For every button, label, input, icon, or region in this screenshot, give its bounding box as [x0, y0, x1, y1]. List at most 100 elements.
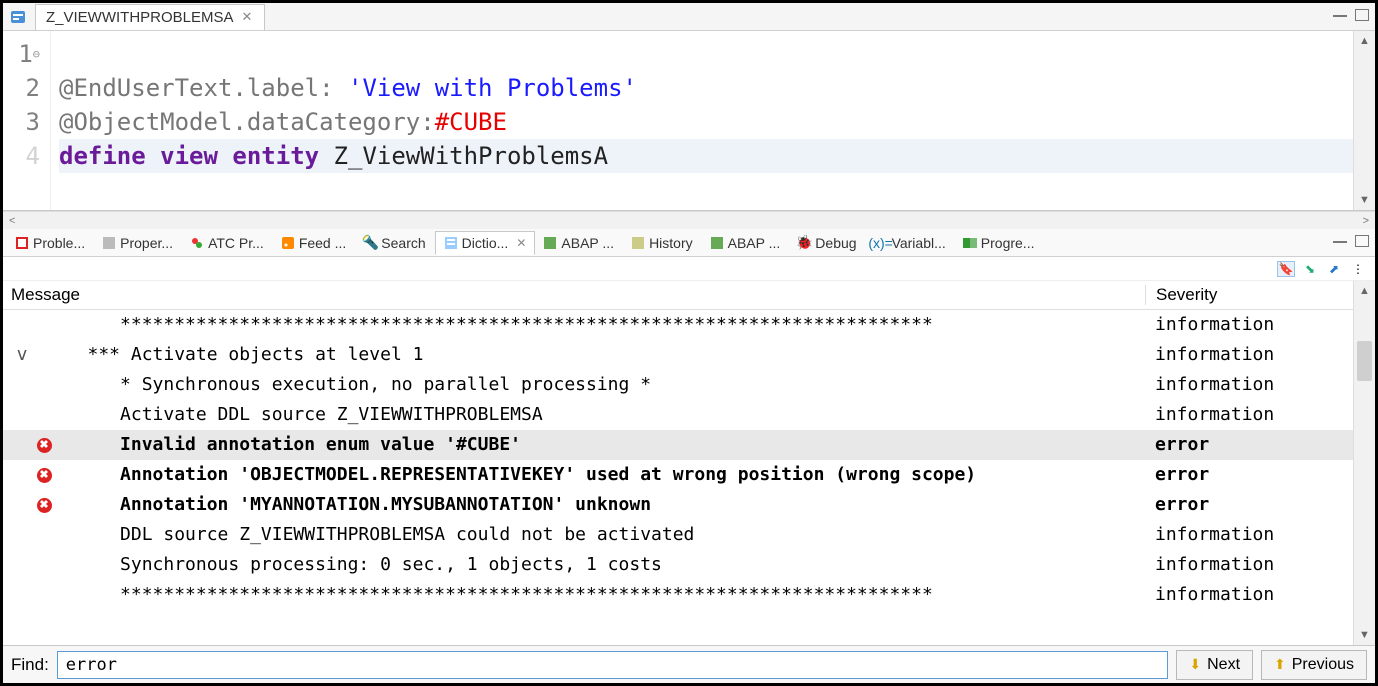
- filter-icon[interactable]: 🔖: [1277, 261, 1295, 277]
- message-row[interactable]: Activate DDL source Z_VIEWWITHPROBLEMSAi…: [3, 400, 1375, 430]
- expand-icon[interactable]: v: [11, 340, 33, 370]
- tab-problems[interactable]: Proble...: [7, 232, 94, 254]
- message-text: * Synchronous execution, no parallel pro…: [55, 370, 1145, 400]
- message-text: ****************************************…: [55, 580, 1145, 610]
- message-severity: information: [1145, 340, 1375, 370]
- messages-header: Message Severity: [3, 281, 1375, 310]
- tab-label: ATC Pr...: [208, 235, 264, 251]
- line-number: 4: [26, 142, 40, 170]
- editor-tabbar: Z_VIEWWITHPROBLEMSA ✕: [3, 3, 1375, 31]
- editor-scrollbar-horizontal[interactable]: <>: [3, 211, 1375, 229]
- debug-icon: 🐞: [797, 236, 811, 250]
- message-row[interactable]: DDL source Z_VIEWWITHPROBLEMSA could not…: [3, 520, 1375, 550]
- close-icon[interactable]: ✕: [516, 236, 526, 250]
- message-row[interactable]: ****************************************…: [3, 310, 1375, 340]
- messages-scrollbar[interactable]: [1353, 281, 1375, 645]
- arrow-up-icon: ⬆: [1274, 656, 1286, 673]
- tab-label: Progre...: [981, 235, 1035, 251]
- message-row[interactable]: ✖ Invalid annotation enum value '#CUBE'e…: [3, 430, 1375, 460]
- message-text: Synchronous processing: 0 sec., 1 object…: [55, 550, 1145, 580]
- line-gutter: 1⊖ 2 3 4: [3, 31, 51, 210]
- tab-variables[interactable]: (x)=Variabl...: [866, 232, 955, 254]
- message-severity: information: [1145, 370, 1375, 400]
- menu-icon[interactable]: ⋮: [1349, 261, 1367, 277]
- blank-icon: [33, 310, 55, 340]
- message-text: Invalid annotation enum value '#CUBE': [55, 430, 1145, 460]
- message-severity: information: [1145, 310, 1375, 340]
- message-row[interactable]: ✖ Annotation 'MYANNOTATION.MYSUBANNOTATI…: [3, 490, 1375, 520]
- import-icon[interactable]: ⬊: [1301, 261, 1319, 277]
- abap-icon: [710, 236, 724, 250]
- blank-icon: [33, 340, 55, 370]
- blank-icon: [33, 370, 55, 400]
- tab-search[interactable]: 🔦Search: [355, 232, 434, 254]
- expand-icon: [11, 460, 33, 490]
- message-text: Annotation 'OBJECTMODEL.REPRESENTATIVEKE…: [55, 460, 1145, 490]
- blank-icon: [33, 580, 55, 610]
- feed-icon: [281, 236, 295, 250]
- minimize-button[interactable]: [1333, 9, 1347, 17]
- message-severity: information: [1145, 520, 1375, 550]
- expand-icon: [11, 430, 33, 460]
- tab-label: Search: [381, 235, 425, 251]
- maximize-button[interactable]: [1355, 9, 1369, 21]
- panel-toolbar: 🔖 ⬊ ⬈ ⋮: [3, 257, 1375, 281]
- tab-atc[interactable]: ATC Pr...: [182, 232, 273, 254]
- enum-value: #CUBE: [435, 108, 507, 136]
- message-text: Annotation 'MYANNOTATION.MYSUBANNOTATION…: [55, 490, 1145, 520]
- tab-progress[interactable]: Progre...: [955, 232, 1044, 254]
- dictionary-icon: [444, 236, 458, 250]
- column-message[interactable]: Message: [11, 285, 1145, 305]
- message-severity: information: [1145, 550, 1375, 580]
- column-severity[interactable]: Severity: [1145, 285, 1375, 305]
- tab-label: Variabl...: [892, 235, 946, 251]
- expand-icon: [11, 490, 33, 520]
- tab-label: Debug: [815, 235, 856, 251]
- editor-tab-active[interactable]: Z_VIEWWITHPROBLEMSA ✕: [35, 4, 265, 30]
- tab-label: History: [649, 235, 693, 251]
- find-input[interactable]: [57, 651, 1169, 679]
- tab-history[interactable]: History: [623, 232, 702, 254]
- message-row[interactable]: ✖ Annotation 'OBJECTMODEL.REPRESENTATIVE…: [3, 460, 1375, 490]
- abap-icon: [543, 236, 557, 250]
- data-definition-icon: [9, 8, 27, 26]
- code-area[interactable]: @EndUserText.label: 'View with Problems'…: [51, 31, 1375, 210]
- panel-minimize-button[interactable]: [1333, 235, 1347, 243]
- blank-icon: [33, 550, 55, 580]
- expand-icon: [11, 550, 33, 580]
- message-row[interactable]: ****************************************…: [3, 580, 1375, 610]
- find-previous-button[interactable]: ⬆Previous: [1261, 650, 1367, 680]
- arrow-down-icon: ⬇: [1189, 656, 1201, 673]
- message-row[interactable]: v *** Activate objects at level 1informa…: [3, 340, 1375, 370]
- message-severity: error: [1145, 430, 1375, 460]
- tab-feed[interactable]: Feed ...: [273, 232, 355, 254]
- tab-properties[interactable]: Proper...: [94, 232, 182, 254]
- find-label: Find:: [11, 655, 49, 675]
- messages-list[interactable]: ****************************************…: [3, 310, 1375, 645]
- find-bar: Find: ⬇Next ⬆Previous: [3, 645, 1375, 683]
- message-text: Activate DDL source Z_VIEWWITHPROBLEMSA: [55, 400, 1145, 430]
- find-next-button[interactable]: ⬇Next: [1176, 650, 1253, 680]
- message-row[interactable]: Synchronous processing: 0 sec., 1 object…: [3, 550, 1375, 580]
- tab-abap-1[interactable]: ABAP ...: [535, 232, 623, 254]
- error-icon: ✖: [33, 430, 55, 460]
- export-icon[interactable]: ⬈: [1325, 261, 1343, 277]
- panel-maximize-button[interactable]: [1355, 235, 1369, 247]
- expand-icon: [11, 520, 33, 550]
- tab-dictionary-log[interactable]: Dictio... ✕: [435, 231, 536, 255]
- expand-icon: [11, 400, 33, 430]
- tab-abap-2[interactable]: ABAP ...: [702, 232, 790, 254]
- editor-body: 1⊖ 2 3 4 @EndUserText.label: 'View with …: [3, 31, 1375, 211]
- message-severity: error: [1145, 490, 1375, 520]
- properties-icon: [102, 236, 116, 250]
- close-icon[interactable]: ✕: [242, 9, 253, 25]
- message-severity: error: [1145, 460, 1375, 490]
- tab-label: Dictio...: [462, 235, 509, 251]
- line-number: 1: [18, 40, 32, 68]
- message-row[interactable]: * Synchronous execution, no parallel pro…: [3, 370, 1375, 400]
- tab-debug[interactable]: 🐞 Debug: [789, 232, 865, 254]
- atc-icon: [190, 236, 204, 250]
- string-literal: 'View with Problems': [334, 74, 637, 102]
- bottom-tabbar: Proble... Proper... ATC Pr... Feed ... 🔦…: [3, 229, 1375, 257]
- editor-scrollbar-vertical[interactable]: [1353, 31, 1375, 210]
